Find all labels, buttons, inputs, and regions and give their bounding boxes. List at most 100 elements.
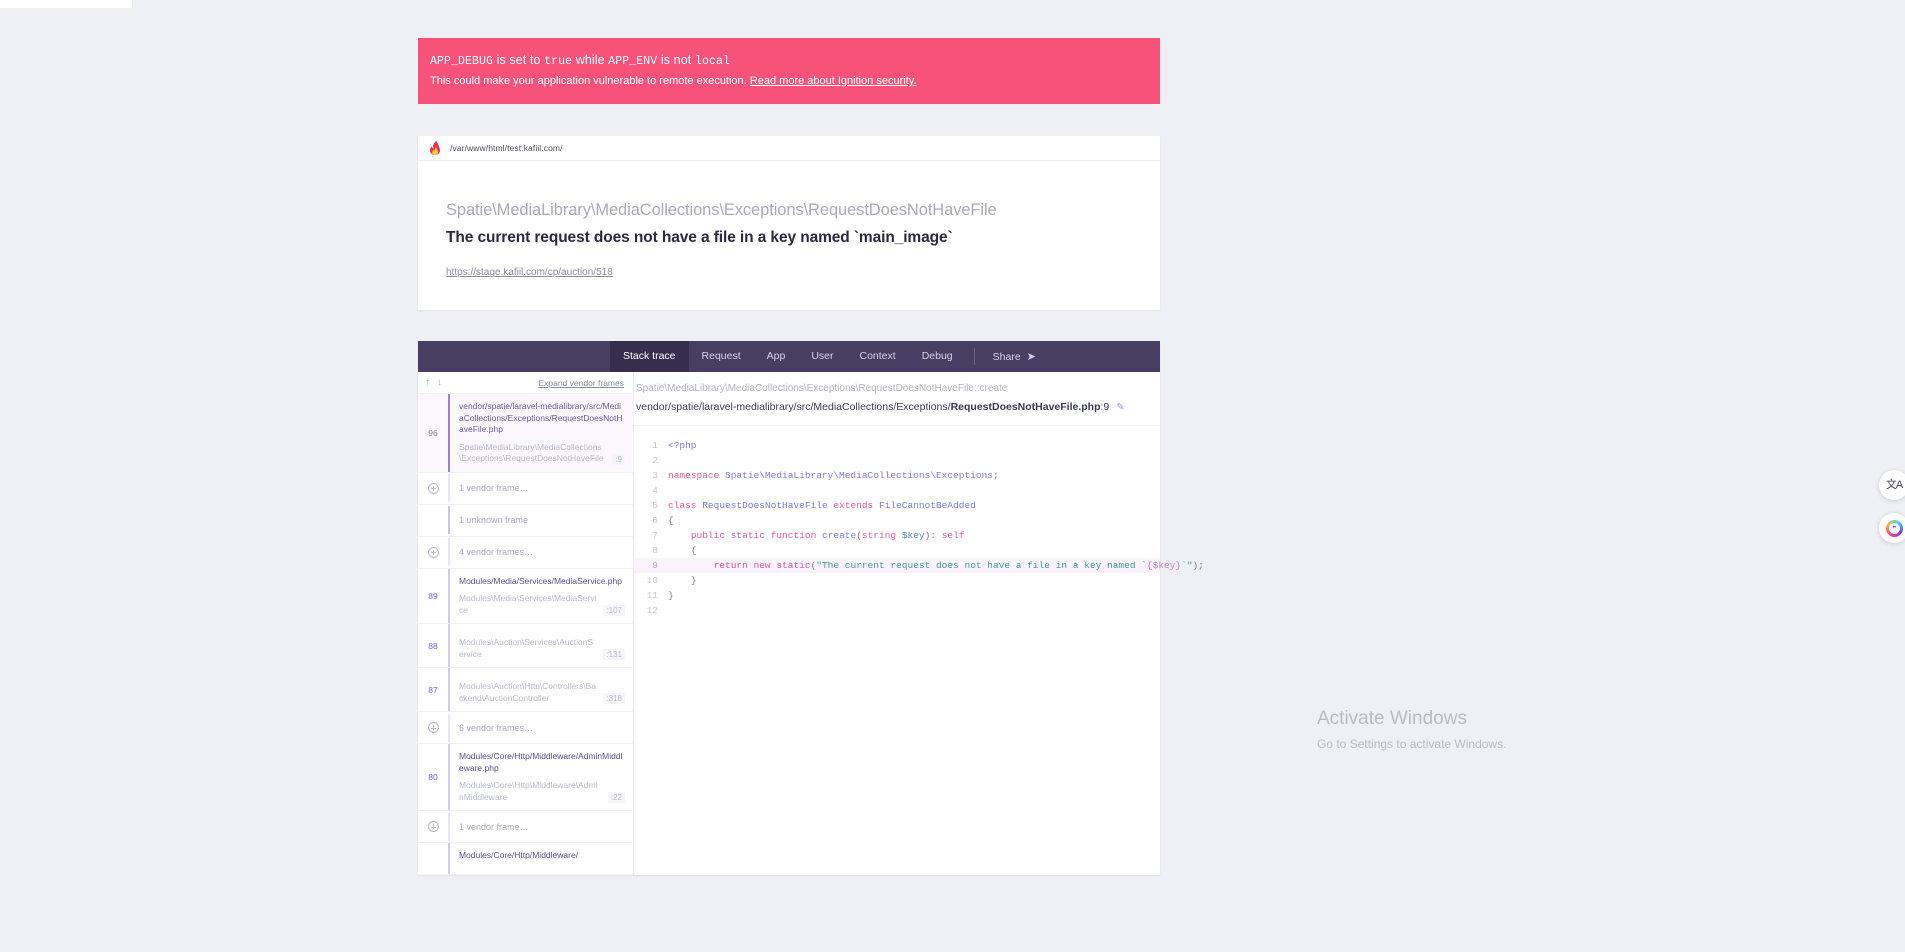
tab-divider (973, 348, 975, 365)
request-url-link[interactable]: https://stage.kafiil.com/cp/auction/518 (446, 267, 613, 278)
warning-title-mid1: is set to (493, 53, 545, 67)
share-label: Share (992, 350, 1021, 363)
unknown-frame-label: 1 unknown frame (448, 506, 633, 534)
line-number: 1 (652, 440, 658, 451)
line-number: 2 (652, 455, 658, 466)
top-left-strip (0, 0, 132, 8)
expand-icon-wrapper (418, 482, 448, 494)
tab-user[interactable]: User (798, 341, 846, 372)
tab-debug[interactable]: Debug (909, 341, 966, 372)
expand-vendor-frames-link[interactable]: Expand vendor frames (538, 378, 624, 388)
collapsed-frames-label: 1 vendor frame… (448, 474, 633, 502)
warning-true-value: true (544, 55, 573, 68)
translate-widget-button[interactable]: 文A (1879, 470, 1905, 500)
code-line-3: 3 namespace Spatie\MediaLibrary\MediaColl… (634, 468, 1160, 483)
exception-body: Spatie\MediaLibrary\MediaCollections\Exc… (418, 161, 1160, 310)
line-source: { (690, 545, 697, 556)
ai-assistant-inner-dot: •• (1888, 522, 1900, 534)
frame-list-item-80[interactable]: 80 Modules/Core/Http/Middleware/AdminMid… (418, 744, 633, 811)
activate-windows-watermark: Activate Windows Go to Settings to activ… (1317, 706, 1506, 754)
frame-number: 88 (428, 640, 438, 651)
collapsed-frames-label: 1 vendor frame… (448, 812, 633, 841)
frame-file-path: Modules/Core/Http/Middleware/AdminMiddle… (459, 751, 623, 773)
exception-path-bar: /var/www/html/test.kafiil.com/ (418, 136, 1160, 161)
frame-file-path: Modules/Core/Http/Middleware/ (459, 850, 579, 860)
plus-circle-icon (427, 546, 439, 558)
arrow-up-icon[interactable]: ↑ (425, 377, 430, 388)
frame-content: vendor/spatie/laravel-medialibrary/src/M… (448, 394, 633, 472)
tab-context[interactable]: Context (847, 341, 909, 372)
line-source: } (668, 590, 674, 601)
line-source: { (668, 515, 674, 526)
warning-title-mid3: is not (657, 53, 695, 67)
code-line-9-highlighted: 9 return new static("The current request… (634, 558, 1204, 573)
arrow-down-icon[interactable]: ↓ (437, 377, 442, 388)
frame-class-name: Spatie\MediaLibrary\MediaCollections\Exc… (459, 441, 604, 464)
code-line-5: 5 class RequestDoesNotHaveFile extends Fi… (634, 498, 1160, 513)
exception-class-name: Spatie\MediaLibrary\MediaCollections\Exc… (446, 201, 997, 219)
frame-list-item-87[interactable]: 87 Modules\Auction\Http\Controllers\Back… (418, 668, 633, 712)
code-location-prefix: vendor/spatie/laravel-medialibrary/src/M… (636, 401, 951, 413)
frame-content: Modules/Core/Http/Middleware/AdminMiddle… (448, 744, 633, 810)
share-button[interactable]: Share ➤ (983, 350, 1046, 364)
frame-class-row: Modules\Auction\Http\Controllers\Backend… (459, 681, 625, 704)
code-line-4: 4 (634, 483, 1160, 498)
share-arrow-icon: ➤ (1026, 351, 1036, 363)
pencil-icon[interactable]: ✎ (1116, 399, 1124, 416)
ai-assistant-widget-button[interactable]: •• (1879, 513, 1905, 543)
warning-subtitle-text: This could make your application vulnera… (430, 75, 747, 87)
line-number: 4 (652, 485, 658, 496)
frame-list-item-88[interactable]: 88 Modules\Auction\Services\AuctionServi… (418, 624, 633, 668)
code-line-11: 11} (634, 588, 1160, 603)
code-header: Spatie\MediaLibrary\MediaCollections\Exc… (634, 372, 1160, 426)
frame-line-number: :318 (603, 693, 625, 704)
frame-line-number: :107 (603, 605, 625, 616)
line-source: return new static("The current request d… (713, 560, 1204, 571)
plus-circle-icon (427, 722, 439, 733)
line-source: public static function create(string $ke… (690, 530, 965, 541)
frame-file-path: Modules/Media/Services/MediaService.php (459, 575, 622, 586)
code-line-1: 1 <?php (634, 438, 1160, 453)
line-number: 10 (646, 575, 658, 586)
frame-list-item-96[interactable]: 96 vendor/spatie/laravel-medialibrary/sr… (418, 394, 633, 473)
collapsed-vendor-frames-1[interactable]: 1 vendor frame… (418, 473, 633, 505)
collapsed-vendor-frames-4[interactable]: 4 vendor frames… (418, 537, 633, 569)
tab-request[interactable]: Request (689, 341, 754, 372)
frame-class-name: Modules\Media\Services\MediaService (459, 593, 597, 615)
code-line-10: 10 } (634, 573, 1160, 588)
frame-line-number: :9 (612, 453, 625, 465)
plus-circle-icon (427, 482, 439, 494)
plus-circle-icon (427, 821, 439, 832)
line-number: 6 (652, 515, 658, 526)
code-line-12: 12 (634, 603, 1160, 618)
frame-list-item-partial[interactable]: Modules/Core/Http/Middleware/ (418, 843, 633, 875)
frame-list-item-89[interactable]: 89 Modules/Media/Services/MediaService.p… (418, 568, 633, 624)
code-line-2: 2 (634, 453, 1160, 468)
frame-class-row: Spatie\MediaLibrary\MediaCollections\Exc… (459, 442, 625, 465)
frame-class-row: Modules\Core\Http\Middleware\AdminMiddle… (459, 780, 625, 803)
ai-assistant-icon: •• (1885, 519, 1903, 537)
frame-content: Modules/Core/Http/Middleware/ (448, 843, 633, 874)
line-source: <?php (668, 440, 697, 451)
code-line-7: 7 public static function create(string $… (634, 528, 1160, 543)
collapsed-vendor-frames-6[interactable]: 6 vendor frames… (418, 712, 633, 744)
tab-stack-trace[interactable]: Stack trace (610, 341, 689, 372)
frame-content: Modules/Media/Services/MediaService.php … (448, 568, 633, 623)
code-location: vendor/spatie/laravel-medialibrary/src/M… (636, 399, 1160, 416)
frame-number: 87 (428, 684, 438, 695)
collapsed-vendor-frames-1-bottom[interactable]: 1 vendor frame… (418, 811, 633, 843)
warning-subtitle: This could make your application vulnera… (430, 72, 1148, 90)
floating-widgets: 文A •• (1879, 470, 1905, 543)
ignition-security-link[interactable]: Read more about Ignition security. (750, 75, 917, 87)
line-number: 3 (652, 470, 658, 481)
code-signature: Spatie\MediaLibrary\MediaCollections\Exc… (636, 383, 1008, 394)
code-location-file: RequestDoesNotHaveFile.php (950, 401, 1101, 413)
translate-icon: 文A (1885, 478, 1903, 491)
frame-number: 89 (428, 590, 438, 601)
expand-icon-wrapper (418, 546, 448, 558)
frame-content: Modules\Auction\Http\Controllers\Backend… (448, 668, 633, 711)
frame-nav-arrows: ↑ ↓ (425, 377, 442, 388)
frame-line-number: :131 (603, 649, 625, 660)
tab-app[interactable]: App (754, 341, 799, 372)
unknown-frame-row[interactable]: 1 unknown frame (418, 505, 633, 537)
